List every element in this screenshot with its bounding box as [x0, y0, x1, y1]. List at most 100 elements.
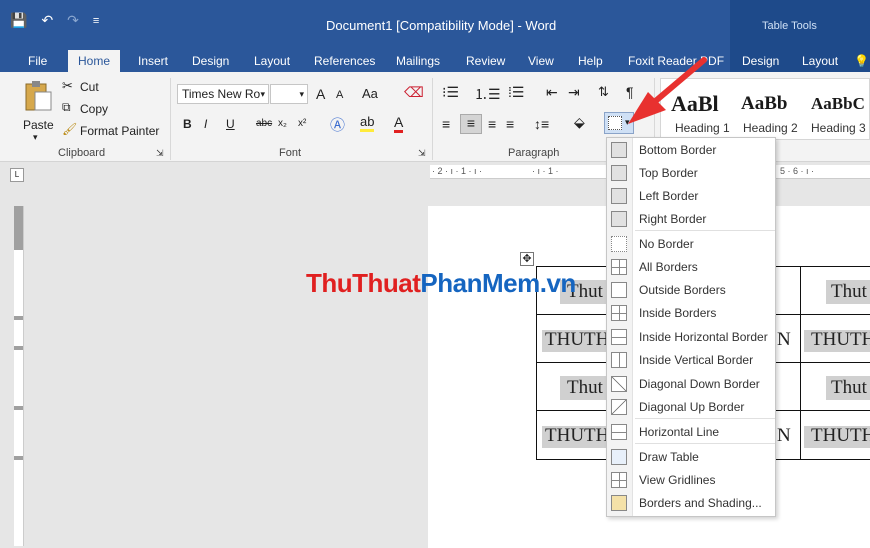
menu-item-no-border[interactable]: No Border: [607, 233, 775, 256]
clear-formatting-icon[interactable]: ⌫: [404, 84, 424, 101]
tab-layout[interactable]: Layout: [244, 50, 300, 72]
style-heading3-sample[interactable]: AaBbC: [811, 94, 865, 114]
font-color-icon[interactable]: A: [394, 114, 404, 133]
borders-button[interactable]: ▾: [604, 112, 634, 134]
customize-qat-icon[interactable]: ≡: [93, 15, 99, 27]
cut-button[interactable]: ✂ Cut: [62, 78, 122, 96]
menu-item-label: View Gridlines: [639, 473, 716, 487]
table-cell[interactable]: Thut: [800, 362, 870, 411]
tab-insert[interactable]: Insert: [128, 50, 178, 72]
paste-icon: [25, 81, 52, 111]
undo-icon[interactable]: ↶: [41, 12, 53, 29]
multilevel-list-icon[interactable]: ⁞☰: [508, 84, 524, 101]
increase-indent-icon[interactable]: ⇥: [568, 84, 580, 101]
table-cell[interactable]: THUTH: [800, 410, 870, 460]
vertical-ruler[interactable]: [14, 206, 24, 546]
numbering-icon[interactable]: ⒈☰: [474, 84, 501, 104]
tab-home[interactable]: Home: [68, 50, 121, 72]
menu-item-draw-table[interactable]: Draw Table: [607, 446, 775, 469]
line-spacing-icon[interactable]: ↕≡: [534, 116, 549, 132]
align-right-icon[interactable]: ≡: [488, 116, 496, 132]
menu-item-borders-shading[interactable]: Borders and Shading...: [607, 492, 775, 515]
text-effects-icon[interactable]: Ⓐ: [330, 114, 345, 135]
menu-item-top-border[interactable]: Top Border: [607, 162, 775, 185]
align-left-icon[interactable]: ≡: [442, 116, 450, 132]
superscript-button[interactable]: x²: [298, 118, 306, 129]
underline-button[interactable]: U: [226, 117, 235, 131]
shading-icon[interactable]: ⬙: [574, 114, 585, 131]
change-case-button[interactable]: Aa: [362, 86, 378, 101]
save-icon[interactable]: 💾: [10, 12, 27, 29]
table-move-handle-icon[interactable]: ✥: [520, 252, 534, 266]
menu-item-label: Right Border: [639, 212, 707, 226]
tab-file[interactable]: File: [18, 50, 57, 72]
inside-horizontal-border-icon: [611, 329, 627, 345]
show-marks-icon[interactable]: ¶: [626, 84, 634, 100]
redo-icon[interactable]: ↷: [67, 12, 79, 29]
menu-item-label: Draw Table: [639, 450, 699, 464]
tab-table-design[interactable]: Design: [732, 50, 789, 72]
menu-item-diagonal-down-border[interactable]: Diagonal Down Border: [607, 373, 775, 396]
menu-item-diagonal-up-border[interactable]: Diagonal Up Border: [607, 396, 775, 419]
table-cell[interactable]: THUTH: [800, 314, 870, 363]
menu-item-inside-borders[interactable]: Inside Borders: [607, 302, 775, 325]
ruler-marks-right: 5 · 6 · ı ·: [780, 166, 815, 176]
shrink-font-button[interactable]: A: [336, 89, 343, 101]
strikethrough-button[interactable]: abc: [256, 118, 272, 129]
style-heading1-sample[interactable]: AaBl: [671, 91, 719, 117]
copy-button[interactable]: ⧉ Copy: [62, 100, 122, 118]
grow-font-button[interactable]: A: [316, 86, 325, 102]
menu-item-outside-borders[interactable]: Outside Borders: [607, 279, 775, 302]
tab-view[interactable]: View: [518, 50, 564, 72]
bullets-icon[interactable]: ⁝☰: [442, 84, 459, 101]
menu-item-all-borders[interactable]: All Borders: [607, 256, 775, 279]
font-size-combo[interactable]: ▾: [270, 84, 308, 104]
tab-table-layout[interactable]: Layout: [792, 50, 848, 72]
tab-selector[interactable]: L: [10, 168, 24, 182]
menu-item-inside-vertical-border[interactable]: Inside Vertical Border: [607, 349, 775, 372]
menu-item-left-border[interactable]: Left Border: [607, 185, 775, 208]
menu-item-right-border[interactable]: Right Border: [607, 208, 775, 231]
bold-button[interactable]: B: [183, 117, 192, 131]
decrease-indent-icon[interactable]: ⇤: [546, 84, 558, 101]
menu-item-horizontal-line[interactable]: Horizontal Line: [607, 421, 775, 444]
menu-item-inside-horizontal-border[interactable]: Inside Horizontal Border: [607, 326, 775, 349]
tell-me-icon[interactable]: 💡: [852, 50, 870, 72]
styles-gallery[interactable]: AaBl AaBb AaBbC Heading 1 Heading 2 Head…: [660, 78, 870, 140]
tab-mailings[interactable]: Mailings: [386, 50, 450, 72]
italic-button[interactable]: I: [204, 117, 207, 131]
tab-help[interactable]: Help: [568, 50, 613, 72]
paste-button[interactable]: Paste ▾: [20, 80, 56, 142]
sort-icon[interactable]: ⇅: [598, 84, 609, 100]
justify-icon[interactable]: ≡: [506, 116, 514, 132]
tab-foxit[interactable]: Foxit Reader PDF: [618, 50, 734, 72]
ribbon-tabs: File Home Insert Design Layout Reference…: [0, 48, 870, 72]
style-heading2-name: Heading 2: [743, 121, 798, 135]
subscript-button[interactable]: x₂: [278, 118, 287, 129]
tab-design[interactable]: Design: [182, 50, 239, 72]
borders-dropdown-menu: Bottom Border Top Border Left Border Right …: [606, 137, 776, 517]
tab-references[interactable]: References: [304, 50, 385, 72]
menu-item-view-gridlines[interactable]: View Gridlines: [607, 469, 775, 492]
paste-dropdown-icon[interactable]: ▾: [33, 132, 38, 143]
align-center-icon[interactable]: ≡: [460, 114, 482, 134]
table-cell-text: N: [777, 329, 791, 350]
menu-item-bottom-border[interactable]: Bottom Border: [607, 139, 775, 162]
table-cell-text: THUTH: [811, 425, 870, 446]
style-heading2-sample[interactable]: AaBb: [741, 93, 787, 115]
table-cell[interactable]: Thut: [800, 266, 870, 315]
format-painter-button[interactable]: 🖌 Format Painter: [62, 122, 162, 140]
font-launcher-icon[interactable]: ⇲: [418, 148, 426, 159]
table-cell[interactable]: N: [775, 410, 801, 460]
tab-review[interactable]: Review: [456, 50, 515, 72]
separator: [170, 78, 171, 160]
all-borders-icon: [611, 259, 627, 275]
clipboard-launcher-icon[interactable]: ⇲: [156, 148, 164, 159]
table-cell[interactable]: N: [775, 314, 801, 363]
title-bar: 💾 ↶ ↷ ≡ Table Tools Document1 [Compatibi…: [0, 0, 870, 48]
quick-access-toolbar: 💾 ↶ ↷ ≡: [10, 12, 99, 29]
borders-shading-icon: [611, 495, 627, 511]
menu-item-label: Diagonal Up Border: [639, 400, 745, 414]
highlight-color-icon[interactable]: ab: [360, 114, 375, 132]
font-name-combo[interactable]: Times New Ro ▾: [177, 84, 269, 104]
